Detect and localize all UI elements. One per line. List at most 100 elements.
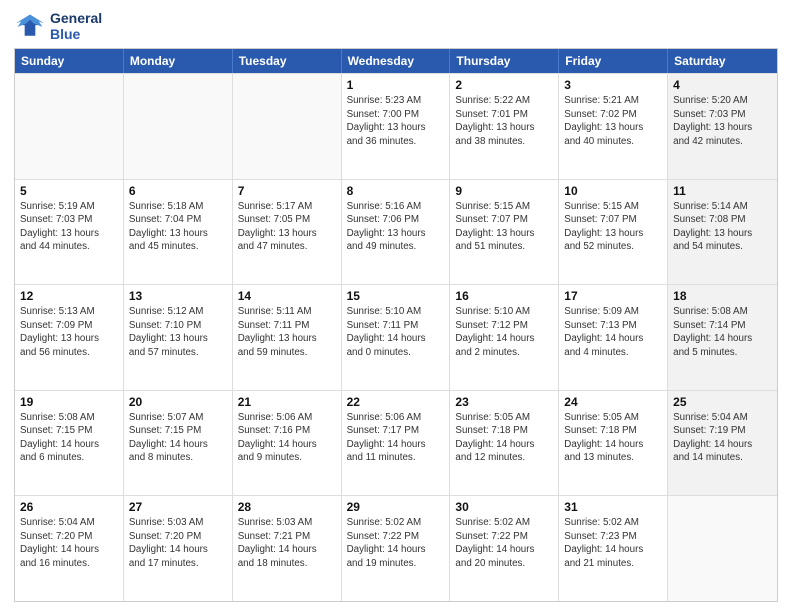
calendar-body: 1 Sunrise: 5:23 AM Sunset: 7:00 PM Daylig… — [15, 73, 777, 601]
calendar-cell: 15 Sunrise: 5:10 AM Sunset: 7:11 PM Dayli… — [342, 285, 451, 390]
weekday-header-friday: Friday — [559, 49, 668, 73]
cell-text: Sunrise: 5:02 AM Sunset: 7:23 PM Dayligh… — [564, 516, 662, 570]
calendar-cell — [15, 74, 124, 179]
calendar-cell — [668, 496, 777, 601]
cell-text: Sunrise: 5:11 AM Sunset: 7:11 PM Dayligh… — [238, 305, 336, 359]
page: General Blue SundayMondayTuesdayWednesda… — [0, 0, 792, 612]
cell-text: Sunrise: 5:13 AM Sunset: 7:09 PM Dayligh… — [20, 305, 118, 359]
day-number: 21 — [238, 395, 336, 409]
calendar-cell: 10 Sunrise: 5:15 AM Sunset: 7:07 PM Dayli… — [559, 180, 668, 285]
calendar-header: SundayMondayTuesdayWednesdayThursdayFrid… — [15, 49, 777, 73]
cell-text: Sunrise: 5:08 AM Sunset: 7:14 PM Dayligh… — [673, 305, 772, 359]
calendar-cell: 29 Sunrise: 5:02 AM Sunset: 7:22 PM Dayli… — [342, 496, 451, 601]
calendar-cell: 27 Sunrise: 5:03 AM Sunset: 7:20 PM Dayli… — [124, 496, 233, 601]
calendar-row-1: 1 Sunrise: 5:23 AM Sunset: 7:00 PM Daylig… — [15, 73, 777, 179]
day-number: 31 — [564, 500, 662, 514]
cell-text: Sunrise: 5:16 AM Sunset: 7:06 PM Dayligh… — [347, 200, 445, 254]
cell-text: Sunrise: 5:15 AM Sunset: 7:07 PM Dayligh… — [455, 200, 553, 254]
calendar-cell: 8 Sunrise: 5:16 AM Sunset: 7:06 PM Daylig… — [342, 180, 451, 285]
day-number: 1 — [347, 78, 445, 92]
cell-text: Sunrise: 5:03 AM Sunset: 7:20 PM Dayligh… — [129, 516, 227, 570]
cell-text: Sunrise: 5:02 AM Sunset: 7:22 PM Dayligh… — [455, 516, 553, 570]
calendar-cell: 12 Sunrise: 5:13 AM Sunset: 7:09 PM Dayli… — [15, 285, 124, 390]
cell-text: Sunrise: 5:10 AM Sunset: 7:11 PM Dayligh… — [347, 305, 445, 359]
weekday-header-saturday: Saturday — [668, 49, 777, 73]
cell-text: Sunrise: 5:02 AM Sunset: 7:22 PM Dayligh… — [347, 516, 445, 570]
day-number: 19 — [20, 395, 118, 409]
day-number: 8 — [347, 184, 445, 198]
day-number: 23 — [455, 395, 553, 409]
cell-text: Sunrise: 5:18 AM Sunset: 7:04 PM Dayligh… — [129, 200, 227, 254]
calendar-cell — [233, 74, 342, 179]
cell-text: Sunrise: 5:23 AM Sunset: 7:00 PM Dayligh… — [347, 94, 445, 148]
calendar-cell: 18 Sunrise: 5:08 AM Sunset: 7:14 PM Dayli… — [668, 285, 777, 390]
calendar-cell: 28Sunrise: 5:03 AM Sunset: 7:21 PM Dayli… — [233, 496, 342, 601]
logo-text: General Blue — [50, 10, 102, 42]
day-number: 20 — [129, 395, 227, 409]
day-number: 29 — [347, 500, 445, 514]
calendar-cell: 16 Sunrise: 5:10 AM Sunset: 7:12 PM Dayli… — [450, 285, 559, 390]
day-number: 15 — [347, 289, 445, 303]
day-number: 30 — [455, 500, 553, 514]
cell-text: Sunrise: 5:22 AM Sunset: 7:01 PM Dayligh… — [455, 94, 553, 148]
calendar-cell: 22Sunrise: 5:06 AM Sunset: 7:17 PM Dayli… — [342, 391, 451, 496]
day-number: 16 — [455, 289, 553, 303]
calendar-cell: 20 Sunrise: 5:07 AM Sunset: 7:15 PM Dayli… — [124, 391, 233, 496]
calendar-row-2: 5 Sunrise: 5:19 AM Sunset: 7:03 PM Daylig… — [15, 179, 777, 285]
logo-icon — [14, 12, 46, 40]
day-number: 12 — [20, 289, 118, 303]
cell-text: Sunrise: 5:06 AM Sunset: 7:16 PM Dayligh… — [238, 411, 336, 465]
calendar-cell: 11Sunrise: 5:14 AM Sunset: 7:08 PM Dayli… — [668, 180, 777, 285]
day-number: 13 — [129, 289, 227, 303]
calendar-cell: 6 Sunrise: 5:18 AM Sunset: 7:04 PM Daylig… — [124, 180, 233, 285]
cell-text: Sunrise: 5:03 AM Sunset: 7:21 PM Dayligh… — [238, 516, 336, 570]
cell-text: Sunrise: 5:04 AM Sunset: 7:19 PM Dayligh… — [673, 411, 772, 465]
calendar-cell: 14 Sunrise: 5:11 AM Sunset: 7:11 PM Dayli… — [233, 285, 342, 390]
calendar-cell: 13Sunrise: 5:12 AM Sunset: 7:10 PM Dayli… — [124, 285, 233, 390]
calendar-cell: 17Sunrise: 5:09 AM Sunset: 7:13 PM Dayli… — [559, 285, 668, 390]
day-number: 18 — [673, 289, 772, 303]
cell-text: Sunrise: 5:20 AM Sunset: 7:03 PM Dayligh… — [673, 94, 772, 148]
day-number: 9 — [455, 184, 553, 198]
day-number: 5 — [20, 184, 118, 198]
calendar-cell: 31 Sunrise: 5:02 AM Sunset: 7:23 PM Dayli… — [559, 496, 668, 601]
calendar-cell: 30 Sunrise: 5:02 AM Sunset: 7:22 PM Dayli… — [450, 496, 559, 601]
calendar-cell: 26 Sunrise: 5:04 AM Sunset: 7:20 PM Dayli… — [15, 496, 124, 601]
day-number: 25 — [673, 395, 772, 409]
cell-text: Sunrise: 5:04 AM Sunset: 7:20 PM Dayligh… — [20, 516, 118, 570]
weekday-header-sunday: Sunday — [15, 49, 124, 73]
calendar-cell: 23 Sunrise: 5:05 AM Sunset: 7:18 PM Dayli… — [450, 391, 559, 496]
calendar-row-5: 26 Sunrise: 5:04 AM Sunset: 7:20 PM Dayli… — [15, 495, 777, 601]
cell-text: Sunrise: 5:19 AM Sunset: 7:03 PM Dayligh… — [20, 200, 118, 254]
cell-text: Sunrise: 5:09 AM Sunset: 7:13 PM Dayligh… — [564, 305, 662, 359]
day-number: 6 — [129, 184, 227, 198]
calendar-row-4: 19 Sunrise: 5:08 AM Sunset: 7:15 PM Dayli… — [15, 390, 777, 496]
calendar-cell: 4 Sunrise: 5:20 AM Sunset: 7:03 PM Daylig… — [668, 74, 777, 179]
day-number: 7 — [238, 184, 336, 198]
weekday-header-thursday: Thursday — [450, 49, 559, 73]
cell-text: Sunrise: 5:05 AM Sunset: 7:18 PM Dayligh… — [564, 411, 662, 465]
weekday-header-wednesday: Wednesday — [342, 49, 451, 73]
day-number: 14 — [238, 289, 336, 303]
calendar-cell: 5 Sunrise: 5:19 AM Sunset: 7:03 PM Daylig… — [15, 180, 124, 285]
cell-text: Sunrise: 5:07 AM Sunset: 7:15 PM Dayligh… — [129, 411, 227, 465]
day-number: 10 — [564, 184, 662, 198]
cell-text: Sunrise: 5:15 AM Sunset: 7:07 PM Dayligh… — [564, 200, 662, 254]
day-number: 26 — [20, 500, 118, 514]
cell-text: Sunrise: 5:14 AM Sunset: 7:08 PM Dayligh… — [673, 200, 772, 254]
header: General Blue — [14, 10, 778, 42]
weekday-header-tuesday: Tuesday — [233, 49, 342, 73]
cell-text: Sunrise: 5:05 AM Sunset: 7:18 PM Dayligh… — [455, 411, 553, 465]
calendar-cell: 25 Sunrise: 5:04 AM Sunset: 7:19 PM Dayli… — [668, 391, 777, 496]
cell-text: Sunrise: 5:08 AM Sunset: 7:15 PM Dayligh… — [20, 411, 118, 465]
cell-text: Sunrise: 5:10 AM Sunset: 7:12 PM Dayligh… — [455, 305, 553, 359]
cell-text: Sunrise: 5:21 AM Sunset: 7:02 PM Dayligh… — [564, 94, 662, 148]
day-number: 2 — [455, 78, 553, 92]
calendar-cell: 21 Sunrise: 5:06 AM Sunset: 7:16 PM Dayli… — [233, 391, 342, 496]
day-number: 4 — [673, 78, 772, 92]
day-number: 27 — [129, 500, 227, 514]
logo: General Blue — [14, 10, 102, 42]
calendar-cell — [124, 74, 233, 179]
cell-text: Sunrise: 5:06 AM Sunset: 7:17 PM Dayligh… — [347, 411, 445, 465]
calendar-cell: 1 Sunrise: 5:23 AM Sunset: 7:00 PM Daylig… — [342, 74, 451, 179]
